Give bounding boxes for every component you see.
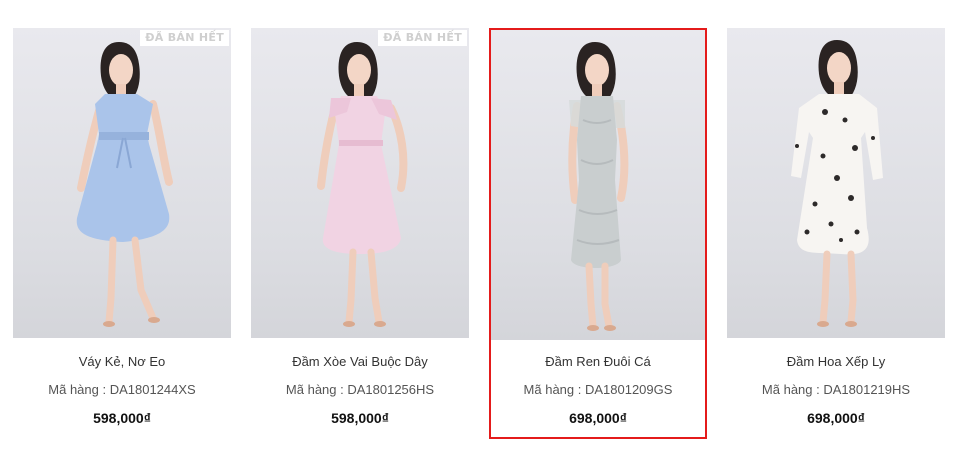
product-image[interactable]: ĐÃ BÁN HẾT: [13, 28, 231, 338]
product-name[interactable]: Váy Kẻ, Nơ Eo: [13, 354, 231, 369]
model-photo: [76, 42, 173, 327]
product-image[interactable]: [491, 30, 705, 340]
product-image[interactable]: ĐÃ BÁN HẾT: [251, 28, 469, 338]
product-price: 598,000₫: [93, 410, 151, 426]
product-price: 598,000₫: [331, 410, 389, 426]
model-photo: [317, 42, 408, 327]
sold-out-badge: ĐÃ BÁN HẾT: [378, 30, 467, 46]
product-name[interactable]: Đầm Hoa Xếp Ly: [727, 354, 945, 369]
sold-out-badge: ĐÃ BÁN HẾT: [140, 30, 229, 46]
model-photo: [568, 42, 629, 331]
product-sku: Mã hàng : DA1801219HS: [761, 382, 911, 397]
product-sku: Mã hàng : DA1801209GS: [523, 382, 673, 397]
product-card[interactable]: ĐÃ BÁN HẾT Đầm Xòe Vai Buộc Dây Mã hàng …: [251, 28, 469, 439]
product-price: 698,000₫: [569, 410, 627, 426]
product-sku: Mã hàng : DA1801256HS: [285, 382, 435, 397]
product-name[interactable]: Đầm Xòe Vai Buộc Dây: [251, 354, 469, 369]
product-card-selected[interactable]: Đầm Ren Đuôi Cá Mã hàng : DA1801209GS 69…: [489, 28, 707, 439]
model-photo: [791, 40, 883, 327]
product-grid: ĐÃ BÁN HẾT Váy Kẻ, Nơ Eo Mã hàng : DA180…: [0, 0, 960, 470]
product-image[interactable]: [727, 28, 945, 338]
product-name[interactable]: Đầm Ren Đuôi Cá: [491, 354, 705, 369]
product-card[interactable]: Đầm Hoa Xếp Ly Mã hàng : DA1801219HS 698…: [727, 28, 945, 439]
product-card[interactable]: ĐÃ BÁN HẾT Váy Kẻ, Nơ Eo Mã hàng : DA180…: [13, 28, 231, 439]
product-price: 698,000₫: [807, 410, 865, 426]
product-sku: Mã hàng : DA1801244XS: [48, 382, 196, 397]
